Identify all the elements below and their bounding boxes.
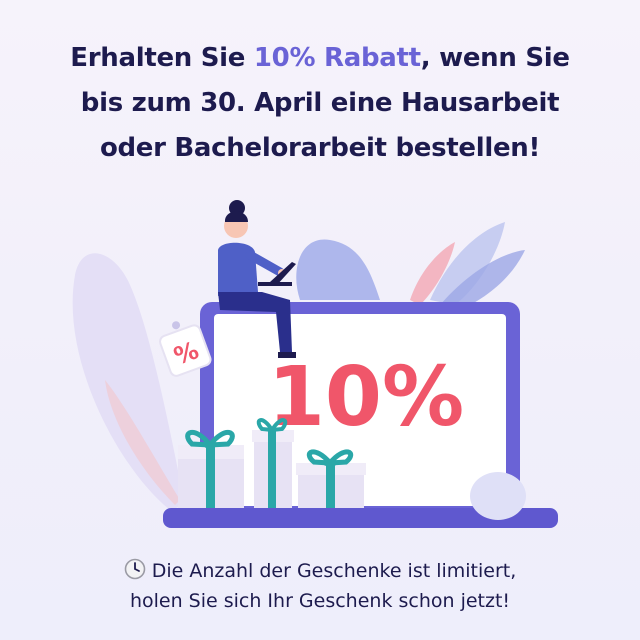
screen-glow: [470, 472, 526, 520]
footer-line-2: holen Sie sich Ihr Geschenk schon jetzt!: [129, 590, 511, 612]
footer-note: Die Anzahl der Geschenke ist limitiert, …: [0, 556, 640, 616]
discount-percent: 10%: [268, 350, 464, 445]
footer-text-1: Die Anzahl der Geschenke ist limitiert,: [151, 560, 517, 582]
clock-icon: [124, 558, 146, 580]
footer-line-1: Die Anzahl der Geschenke ist limitiert,: [0, 556, 640, 586]
laptop-illustration: 10% %: [72, 200, 558, 528]
gift-icon: [252, 418, 294, 508]
leaf-left: [72, 253, 185, 510]
leaf-back-purple: [296, 239, 380, 300]
